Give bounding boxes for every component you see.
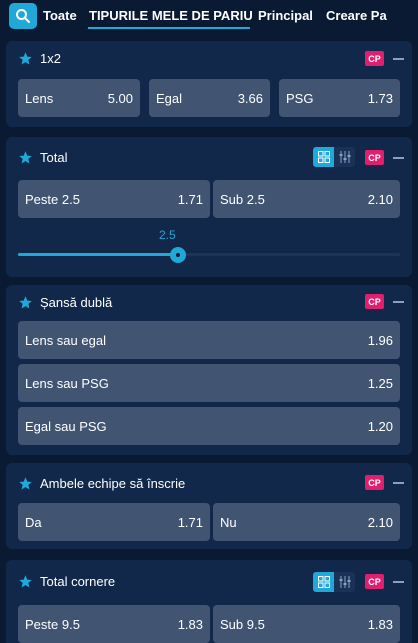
odd-label: Lens sau egal <box>25 332 106 348</box>
active-tab-indicator <box>88 27 250 29</box>
search-button[interactable] <box>9 3 37 29</box>
grid-view-icon[interactable] <box>313 572 334 592</box>
odd-value: 1.20 <box>367 418 393 434</box>
market-card-double-chance: Șansă dublă CP Lens sau egal 1.96 Lens s… <box>6 285 412 455</box>
slider-value-label: 2.5 <box>159 228 176 242</box>
market-title: Șansă dublă <box>40 295 113 310</box>
odd-value: 2.10 <box>367 191 393 207</box>
odd-label: Da <box>25 514 42 530</box>
star-icon[interactable] <box>18 51 33 66</box>
odd-label: Egal sau PSG <box>25 418 107 434</box>
odd-button[interactable]: Peste 9.5 1.83 <box>18 605 210 643</box>
odd-button[interactable]: Egal sau PSG 1.20 <box>18 407 400 445</box>
market-card-btts: Ambele echipe să înscrie CP Da 1.71 Nu 2… <box>6 463 412 549</box>
odd-button[interactable]: Lens sau egal 1.96 <box>18 321 400 359</box>
odd-value: 1.96 <box>367 332 393 348</box>
market-header[interactable]: Total <box>18 150 67 165</box>
market-card-corners: Total cornere CP Peste 9.5 1.83 Sub 9.5 … <box>6 560 412 643</box>
star-icon[interactable] <box>18 150 33 165</box>
odd-button[interactable]: Da 1.71 <box>18 503 210 541</box>
odd-label: Peste 9.5 <box>25 616 80 632</box>
sliders-icon[interactable] <box>334 147 355 167</box>
odd-button[interactable]: Nu 2.10 <box>213 503 400 541</box>
sliders-icon[interactable] <box>334 572 355 592</box>
market-title: 1x2 <box>40 51 61 66</box>
odd-button[interactable]: Lens sau PSG 1.25 <box>18 364 400 402</box>
odd-value: 1.83 <box>177 616 203 632</box>
odd-value: 1.71 <box>177 191 203 207</box>
odd-label: Egal <box>156 90 183 106</box>
market-title: Total cornere <box>40 574 116 589</box>
tab-creare-pariu[interactable]: Creare Pa <box>326 8 387 23</box>
market-header[interactable]: Șansă dublă <box>18 295 112 310</box>
odd-button[interactable]: Sub 9.5 1.83 <box>213 605 400 643</box>
odd-label: Nu <box>220 514 237 530</box>
odd-value: 1.73 <box>367 90 393 106</box>
line-slider-handle[interactable] <box>170 247 187 263</box>
minus-icon[interactable] <box>393 482 404 484</box>
odd-button[interactable]: Lens 5.00 <box>18 79 140 117</box>
odd-value: 3.66 <box>237 90 263 106</box>
grid-view-icon[interactable] <box>313 147 334 167</box>
odd-value: 1.25 <box>367 375 393 391</box>
line-slider-fill <box>18 253 179 256</box>
star-icon[interactable] <box>18 295 33 310</box>
cp-badge: CP <box>365 475 384 490</box>
cp-badge: CP <box>365 51 384 66</box>
odd-button[interactable]: Egal 3.66 <box>149 79 270 117</box>
cp-badge: CP <box>365 150 384 165</box>
view-toggle <box>313 572 356 592</box>
market-title: Total <box>40 150 68 165</box>
odd-label: Lens <box>25 90 54 106</box>
cp-badge: CP <box>365 294 384 309</box>
minus-icon[interactable] <box>393 581 404 583</box>
odd-label: Sub 2.5 <box>220 191 265 207</box>
odd-button[interactable]: PSG 1.73 <box>279 79 400 117</box>
market-title: Ambele echipe să înscrie <box>40 476 186 491</box>
odd-label: Peste 2.5 <box>25 191 80 207</box>
minus-icon[interactable] <box>393 157 404 159</box>
search-icon <box>16 9 30 23</box>
odd-label: Sub 9.5 <box>220 616 265 632</box>
view-toggle <box>313 147 356 167</box>
odd-value: 5.00 <box>107 90 133 106</box>
market-header[interactable]: 1x2 <box>18 51 61 66</box>
cp-badge: CP <box>365 574 384 589</box>
market-card-1x2: 1x2 CP Lens 5.00 Egal 3.66 PSG 1.73 <box>6 41 412 127</box>
odd-label: PSG <box>286 90 314 106</box>
star-icon[interactable] <box>18 574 33 589</box>
odd-button[interactable]: Peste 2.5 1.71 <box>18 180 210 218</box>
market-header[interactable]: Total cornere <box>18 574 115 589</box>
minus-icon[interactable] <box>393 58 404 60</box>
tab-toate[interactable]: Toate <box>43 8 77 23</box>
odd-value: 2.10 <box>367 514 393 530</box>
star-icon[interactable] <box>18 476 33 491</box>
odd-button[interactable]: Sub 2.5 2.10 <box>213 180 400 218</box>
minus-icon[interactable] <box>393 301 404 303</box>
tab-tipurile-mele[interactable]: TIPURILE MELE DE PARIU <box>89 8 253 23</box>
market-card-total: Total CP Peste 2.5 1.71 Sub 2.5 2.10 2.5 <box>6 137 412 277</box>
tab-principal[interactable]: Principal <box>258 8 313 23</box>
odd-value: 1.71 <box>177 514 203 530</box>
market-header[interactable]: Ambele echipe să înscrie <box>18 476 185 491</box>
market-tabs-bar: Toate TIPURILE MELE DE PARIU Principal C… <box>0 0 418 34</box>
odd-label: Lens sau PSG <box>25 375 109 391</box>
odd-value: 1.83 <box>367 616 393 632</box>
